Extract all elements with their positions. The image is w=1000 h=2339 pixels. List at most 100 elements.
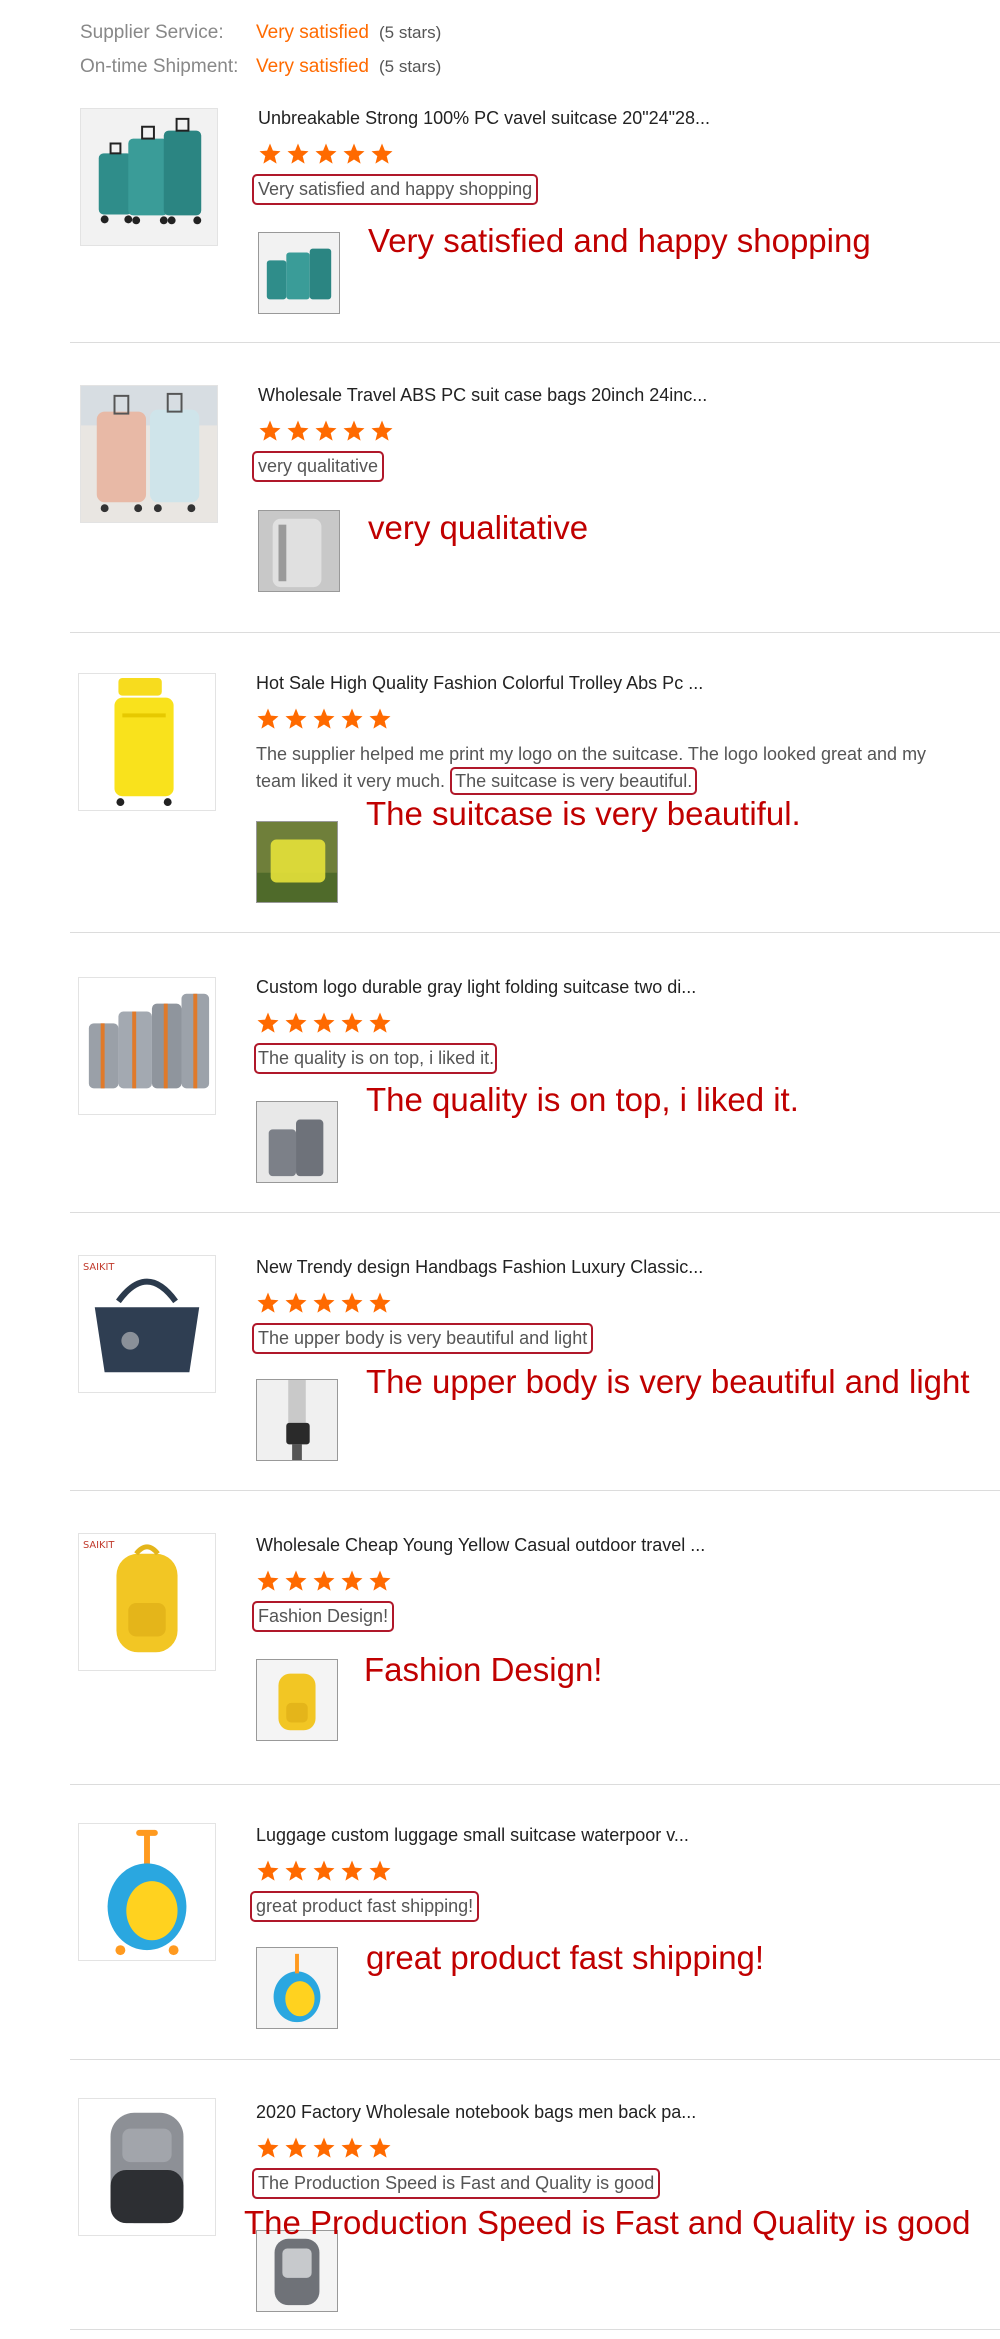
highlighted-comment: The suitcase is very beautiful. bbox=[450, 767, 698, 795]
highlighted-comment: very qualitative bbox=[252, 451, 385, 482]
ontime-shipment-label: On-time Shipment: bbox=[80, 56, 239, 77]
annotation-caption: Very satisfied and happy shopping bbox=[368, 222, 871, 259]
supplier-service-label: Supplier Service: bbox=[80, 22, 224, 43]
highlighted-comment: Very satisfied and happy shopping bbox=[252, 174, 539, 205]
review-comment: Fashion Design! bbox=[252, 1601, 395, 1632]
star-icon bbox=[340, 1569, 364, 1593]
star-icon bbox=[340, 1859, 364, 1883]
star-icon bbox=[342, 142, 366, 166]
star-icon bbox=[284, 707, 308, 731]
rating-stars bbox=[258, 142, 394, 166]
kids-dinosaur-suitcase-icon[interactable] bbox=[78, 1823, 216, 1961]
gray-suitcase-pair-icon[interactable] bbox=[256, 1101, 338, 1183]
star-icon bbox=[368, 1291, 392, 1315]
yellow-backpack-icon[interactable]: SAIKIT bbox=[78, 1533, 216, 1671]
star-icon bbox=[370, 419, 394, 443]
highlighted-comment: The quality is on top, i liked it. bbox=[254, 1043, 498, 1074]
highlighted-comment: The Production Speed is Fast and Quality… bbox=[252, 2168, 661, 2199]
product-title[interactable]: Hot Sale High Quality Fashion Colorful T… bbox=[256, 673, 703, 694]
star-icon bbox=[314, 419, 338, 443]
product-title[interactable]: Luggage custom luggage small suitcase wa… bbox=[256, 1825, 689, 1846]
star-icon bbox=[284, 2136, 308, 2160]
teal-luggage-set-icon[interactable] bbox=[258, 232, 340, 314]
ontime-shipment-value: Very satisfied bbox=[256, 56, 369, 77]
star-icon bbox=[258, 142, 282, 166]
review-comment: The upper body is very beautiful and lig… bbox=[252, 1323, 594, 1354]
annotation-caption: Fashion Design! bbox=[364, 1651, 603, 1688]
yellow-backpack-icon[interactable] bbox=[256, 1659, 338, 1741]
star-icon bbox=[370, 142, 394, 166]
star-icon bbox=[368, 1859, 392, 1883]
product-title[interactable]: New Trendy design Handbags Fashion Luxur… bbox=[256, 1257, 703, 1278]
review-item: Hot Sale High Quality Fashion Colorful T… bbox=[0, 633, 1000, 933]
review-item: SAIKIT Wholesale Cheap Young Yellow Casu… bbox=[0, 1491, 1000, 1785]
product-title[interactable]: Custom logo durable gray light folding s… bbox=[256, 977, 696, 998]
star-icon bbox=[284, 1291, 308, 1315]
grey-suitcase-icon[interactable] bbox=[258, 510, 340, 592]
supplier-ratings-summary: Supplier Service: Very satisfied (5 star… bbox=[80, 22, 441, 90]
navy-handbag-icon[interactable]: SAIKIT bbox=[78, 1255, 216, 1393]
star-icon bbox=[286, 142, 310, 166]
star-icon bbox=[256, 707, 280, 731]
rating-stars bbox=[256, 1011, 392, 1035]
gray-laptop-backpack-icon[interactable] bbox=[78, 2098, 216, 2236]
star-icon bbox=[368, 1569, 392, 1593]
product-title[interactable]: Wholesale Cheap Young Yellow Casual outd… bbox=[256, 1535, 705, 1556]
gray-luggage-set-icon[interactable] bbox=[78, 977, 216, 1115]
ontime-shipment-row: On-time Shipment: Very satisfied (5 star… bbox=[80, 56, 441, 90]
annotation-caption: very qualitative bbox=[368, 509, 589, 546]
supplier-service-stars: (5 stars) bbox=[379, 23, 442, 42]
product-title[interactable]: Wholesale Travel ABS PC suit case bags 2… bbox=[258, 385, 707, 406]
rating-stars bbox=[256, 707, 392, 731]
star-icon bbox=[284, 1569, 308, 1593]
review-item: Luggage custom luggage small suitcase wa… bbox=[0, 1785, 1000, 2060]
star-icon bbox=[256, 1569, 280, 1593]
rating-stars bbox=[256, 1291, 392, 1315]
kids-dinosaur-suitcase-icon[interactable] bbox=[256, 1947, 338, 2029]
rating-stars bbox=[258, 419, 394, 443]
annotation-caption: The suitcase is very beautiful. bbox=[366, 795, 801, 832]
star-icon bbox=[312, 1569, 336, 1593]
star-icon bbox=[312, 1859, 336, 1883]
yellow-suitcase-on-grass-icon[interactable] bbox=[256, 821, 338, 903]
review-comment: The quality is on top, i liked it. bbox=[254, 1043, 498, 1074]
yellow-suitcase-icon[interactable] bbox=[78, 673, 216, 811]
star-icon bbox=[256, 1859, 280, 1883]
ontime-shipment-stars: (5 stars) bbox=[379, 57, 442, 76]
star-icon bbox=[312, 1011, 336, 1035]
product-title[interactable]: 2020 Factory Wholesale notebook bags men… bbox=[256, 2102, 696, 2123]
product-title[interactable]: Unbreakable Strong 100% PC vavel suitcas… bbox=[258, 108, 710, 129]
star-icon bbox=[284, 1011, 308, 1035]
supplier-service-row: Supplier Service: Very satisfied (5 star… bbox=[80, 22, 441, 56]
star-icon bbox=[368, 2136, 392, 2160]
review-comment: great product fast shipping! bbox=[250, 1891, 480, 1922]
pastel-suitcases-icon[interactable] bbox=[80, 385, 218, 523]
open-laptop-backpack-icon[interactable] bbox=[256, 2230, 338, 2312]
rating-stars bbox=[256, 1859, 392, 1883]
star-icon bbox=[284, 1859, 308, 1883]
star-icon bbox=[340, 1011, 364, 1035]
star-icon bbox=[314, 142, 338, 166]
highlighted-comment: great product fast shipping! bbox=[250, 1891, 480, 1922]
review-item: SAIKIT New Trendy design Handbags Fashio… bbox=[0, 1213, 1000, 1491]
star-icon bbox=[340, 1291, 364, 1315]
star-icon bbox=[312, 707, 336, 731]
star-icon bbox=[312, 1291, 336, 1315]
review-item: Custom logo durable gray light folding s… bbox=[0, 933, 1000, 1213]
star-icon bbox=[256, 1011, 280, 1035]
star-icon bbox=[256, 2136, 280, 2160]
review-divider bbox=[70, 2329, 1000, 2330]
annotation-caption: The Production Speed is Fast and Quality… bbox=[244, 2204, 971, 2241]
star-icon bbox=[340, 2136, 364, 2160]
teal-luggage-set-icon[interactable] bbox=[80, 108, 218, 246]
review-comment: Very satisfied and happy shopping bbox=[252, 174, 539, 205]
annotation-caption: The quality is on top, i liked it. bbox=[366, 1081, 799, 1118]
review-comment: The Production Speed is Fast and Quality… bbox=[252, 2168, 661, 2199]
star-icon bbox=[342, 419, 366, 443]
star-icon bbox=[286, 419, 310, 443]
annotation-caption: great product fast shipping! bbox=[366, 1939, 765, 1976]
star-icon bbox=[258, 419, 282, 443]
handbag-worn-icon[interactable] bbox=[256, 1379, 338, 1461]
highlighted-comment: Fashion Design! bbox=[252, 1601, 395, 1632]
svg-text:SAIKIT: SAIKIT bbox=[83, 1540, 115, 1551]
